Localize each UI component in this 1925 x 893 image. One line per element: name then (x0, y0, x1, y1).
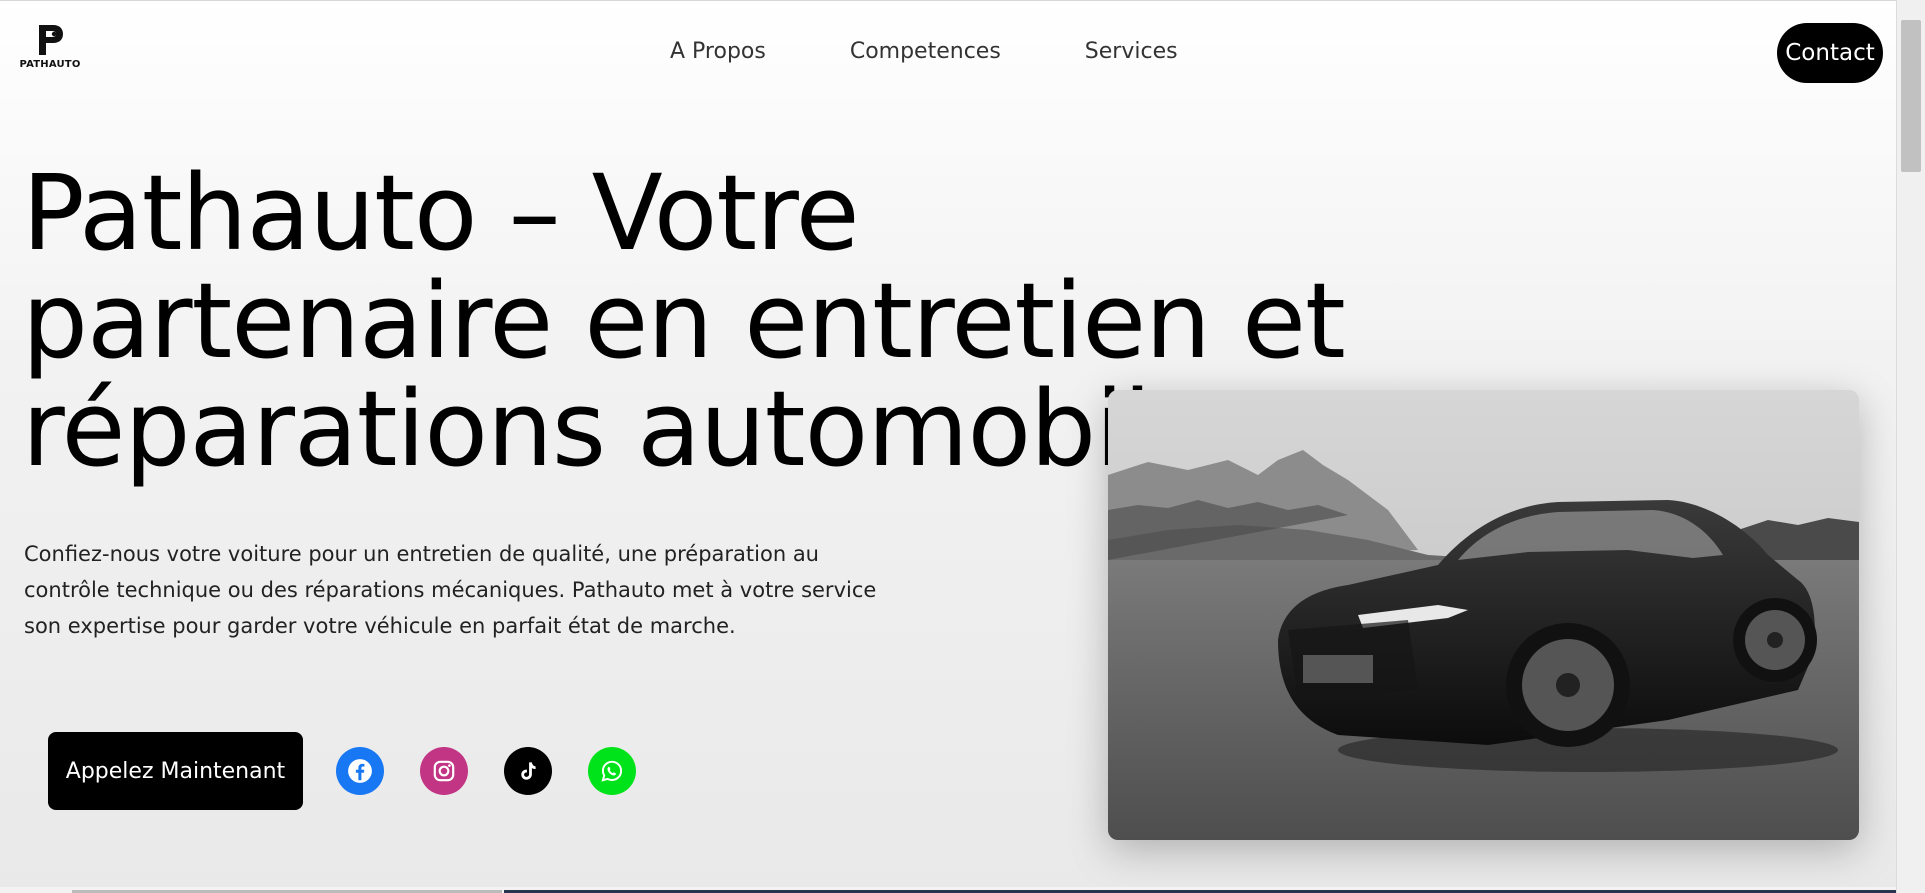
nav-item-competences[interactable]: Competences (850, 39, 1001, 64)
nav-item-services[interactable]: Services (1085, 39, 1178, 64)
whatsapp-icon (601, 760, 623, 782)
logo-text: PATHAUTO (19, 59, 81, 70)
hero-description: Confiez-nous votre voiture pour un entre… (24, 542, 877, 638)
instagram-link[interactable] (420, 747, 468, 795)
main-nav: A Propos Competences Services (670, 39, 1262, 64)
facebook-icon (348, 759, 372, 783)
whatsapp-link[interactable] (588, 747, 636, 795)
contact-button[interactable]: Contact (1777, 23, 1883, 83)
instagram-icon (433, 760, 455, 782)
scrollbar-thumb[interactable] (1901, 20, 1921, 172)
pathauto-logo[interactable]: PATHAUTO (19, 23, 81, 75)
vertical-scrollbar[interactable] (1896, 0, 1925, 893)
bottom-edge (0, 887, 1896, 893)
facebook-link[interactable] (336, 747, 384, 795)
tiktok-icon (521, 762, 536, 780)
nav-item-a-propos[interactable]: A Propos (670, 39, 766, 64)
call-now-button[interactable]: Appelez Maintenant (48, 732, 303, 810)
tiktok-link[interactable] (504, 747, 552, 795)
page: PATHAUTO A Propos Competences Services C… (0, 0, 1896, 893)
logo-p-icon (39, 25, 63, 55)
car-photo (1108, 390, 1859, 840)
